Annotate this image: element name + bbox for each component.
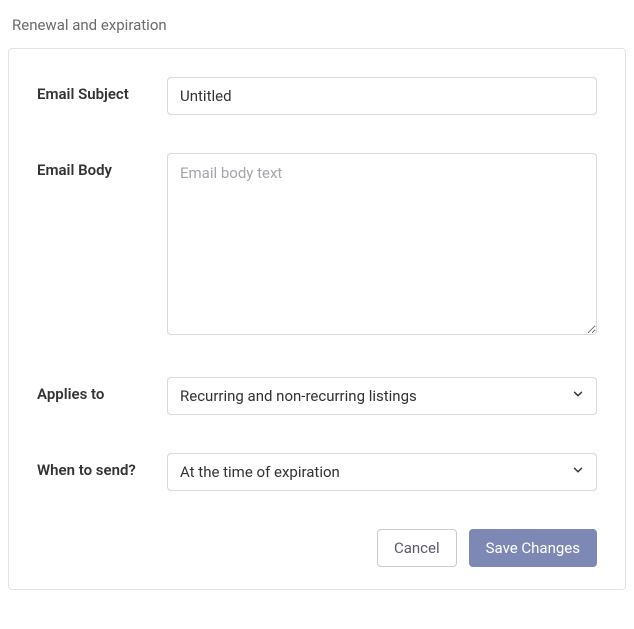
cancel-button[interactable]: Cancel [377,529,457,567]
row-when-to-send: When to send? At the time of expiration [37,453,597,491]
applies-to-select[interactable]: Recurring and non-recurring listings [167,377,597,415]
row-email-body: Email Body [37,153,597,339]
button-row: Cancel Save Changes [37,529,597,567]
label-applies-to: Applies to [37,377,167,405]
when-to-send-select[interactable]: At the time of expiration [167,453,597,491]
row-email-subject: Email Subject [37,77,597,115]
save-button[interactable]: Save Changes [469,529,597,567]
label-email-body: Email Body [37,153,167,181]
row-applies-to: Applies to Recurring and non-recurring l… [37,377,597,415]
form-panel: Email Subject Email Body Applies to Recu… [8,48,626,590]
section-title: Renewal and expiration [12,16,626,34]
email-body-textarea[interactable] [167,153,597,335]
email-subject-input[interactable] [167,77,597,115]
label-email-subject: Email Subject [37,77,167,105]
label-when-to-send: When to send? [37,453,167,481]
